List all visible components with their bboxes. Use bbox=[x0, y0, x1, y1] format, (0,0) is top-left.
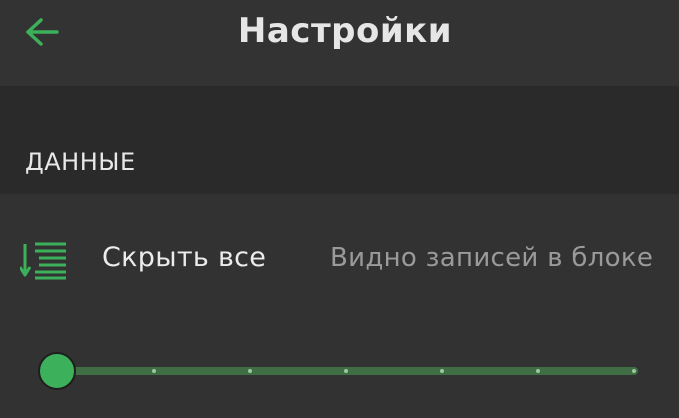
sort-list-icon bbox=[20, 242, 66, 280]
slider-thumb[interactable] bbox=[38, 352, 76, 390]
page-title: Настройки bbox=[237, 11, 453, 51]
section-title: ДАННЫЕ bbox=[25, 148, 136, 176]
visible-records-label: Видно записей в блоке bbox=[330, 243, 654, 273]
slider-track bbox=[58, 367, 638, 375]
slider-tick bbox=[152, 369, 156, 373]
collapse-all-button[interactable]: Скрыть все bbox=[102, 242, 266, 273]
records-slider[interactable] bbox=[36, 350, 642, 392]
app-header: Настройки bbox=[0, 0, 679, 86]
slider-tick bbox=[536, 369, 540, 373]
slider-tick bbox=[248, 369, 252, 373]
back-button[interactable] bbox=[20, 12, 64, 52]
slider-tick bbox=[632, 369, 636, 373]
slider-tick bbox=[344, 369, 348, 373]
slider-tick bbox=[440, 369, 444, 373]
section-header-band bbox=[0, 86, 679, 194]
arrow-left-icon bbox=[26, 18, 59, 46]
